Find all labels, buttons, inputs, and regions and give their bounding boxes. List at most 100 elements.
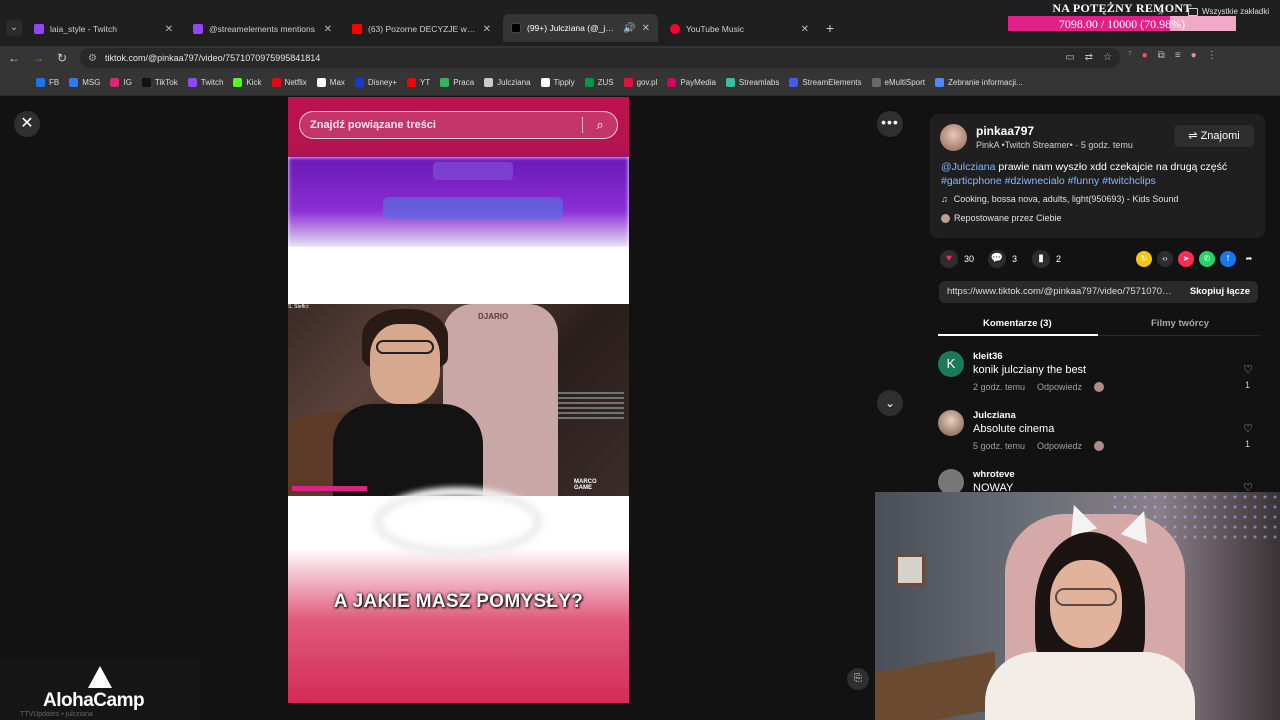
reply-button[interactable]: Odpowiedz bbox=[1037, 382, 1082, 392]
video-link[interactable]: https://www.tiktok.com/@pinkaa797/video/… bbox=[947, 286, 1173, 297]
tab-2[interactable]: (63) Pozorne DECYZJE w Wiedź ✕ bbox=[344, 18, 499, 40]
bookmark-julcziana[interactable]: Julcziana bbox=[484, 78, 531, 87]
more-options-button[interactable]: ••• bbox=[877, 111, 903, 137]
commenter-avatar[interactable] bbox=[938, 469, 964, 493]
commenter-name[interactable]: whroteve bbox=[973, 469, 1015, 480]
bookmark-yt[interactable]: YT bbox=[407, 78, 430, 87]
next-video-button[interactable]: ⌄ bbox=[877, 390, 903, 416]
whatsapp-icon[interactable]: ✆ bbox=[1199, 251, 1215, 267]
url-text: tiktok.com/@pinkaa797/video/757107097599… bbox=[104, 53, 321, 63]
related-search-bar[interactable]: Znajdź powiązane treści ⌕ bbox=[299, 111, 618, 139]
bookmark-praca[interactable]: Praca bbox=[440, 78, 474, 87]
copy-icon[interactable]: ⎘ bbox=[847, 668, 869, 690]
heart-outline-icon[interactable]: ♡ bbox=[1243, 363, 1253, 376]
creator-like-avatar bbox=[1094, 382, 1105, 392]
embed-icon[interactable]: ‹› bbox=[1157, 251, 1173, 267]
bookmark-label: Max bbox=[329, 78, 345, 87]
tab-comments[interactable]: Komentarze (3) bbox=[983, 318, 1052, 329]
bookmark-max[interactable]: Max bbox=[316, 78, 345, 87]
close-video-button[interactable]: ✕ bbox=[14, 111, 40, 137]
bookmark-label: gov.pl bbox=[636, 78, 658, 87]
close-icon[interactable]: ✕ bbox=[801, 24, 809, 35]
tab-0[interactable]: laia_style - Twitch ✕ bbox=[26, 18, 181, 40]
music-info[interactable]: ♫ Cooking, bossa nova, adults, light(950… bbox=[941, 194, 1178, 204]
author-subtitle: PinkA •Twitch Streamer• · 5 godz. temu bbox=[976, 140, 1133, 150]
media-icon[interactable]: ≡ bbox=[1175, 50, 1181, 61]
all-bookmarks-folder[interactable]: Wszystkie zakładki bbox=[1188, 7, 1269, 16]
bookmark-gov-pl[interactable]: gov.pl bbox=[623, 78, 658, 87]
repost-text: Repostowane przez Ciebie bbox=[954, 213, 1062, 223]
hashtags[interactable]: #garticphone #dziwnecialo #funny #twitch… bbox=[941, 175, 1156, 187]
forward-icon[interactable]: → bbox=[30, 50, 46, 66]
tab-1[interactable]: @streamelements mentions ✕ bbox=[185, 18, 340, 40]
bookmark-star-icon[interactable]: ☆ bbox=[1103, 52, 1112, 63]
reload-icon[interactable]: ↻ bbox=[54, 50, 70, 66]
back-icon[interactable]: ← bbox=[6, 50, 22, 66]
bookmark-tiktok[interactable]: TikTok bbox=[141, 78, 178, 87]
comment-button[interactable]: 💬 3 bbox=[988, 250, 1017, 268]
search-input[interactable]: Znajdź powiązane treści bbox=[300, 119, 582, 131]
bookmark-emultisport[interactable]: eMultiSport bbox=[871, 78, 925, 87]
commenter-avatar[interactable]: K bbox=[938, 351, 964, 377]
bookmark-netflix[interactable]: Netflix bbox=[271, 78, 307, 87]
facebook-icon[interactable]: f bbox=[1220, 251, 1236, 267]
search-icon[interactable]: ⌕ bbox=[583, 117, 617, 133]
more-bookmarks-icon[interactable]: » bbox=[1158, 7, 1164, 18]
bookmark-favicon-icon bbox=[69, 78, 79, 87]
reply-button[interactable]: Odpowiedz bbox=[1037, 441, 1082, 451]
commenter-avatar[interactable] bbox=[938, 410, 964, 436]
extension-icon[interactable]: ● bbox=[1142, 50, 1148, 61]
close-icon[interactable]: ✕ bbox=[165, 24, 173, 35]
commenter-name[interactable]: Julcziana bbox=[973, 410, 1016, 421]
tab-creator-videos[interactable]: Filmy twórcy bbox=[1151, 318, 1209, 329]
address-bar[interactable]: ⚙ tiktok.com/@pinkaa797/video/7571070975… bbox=[80, 48, 1120, 68]
tab-4[interactable]: YouTube Music ✕ bbox=[662, 18, 817, 40]
bookmark-streamlabs[interactable]: Streamlabs bbox=[725, 78, 780, 87]
cast-icon[interactable]: ▭ bbox=[1065, 52, 1074, 63]
menu-icon[interactable]: ⋮ bbox=[1207, 50, 1217, 61]
tab-3-active[interactable]: (99+) Julcziana (@_julcziana 🔊 ✕ bbox=[503, 14, 658, 42]
bookmark-fb[interactable]: FB bbox=[36, 78, 59, 87]
profile-avatar-icon[interactable]: ● bbox=[1191, 50, 1197, 61]
bookmark-kick[interactable]: Kick bbox=[233, 78, 262, 87]
bookmark-ig[interactable]: IG bbox=[110, 78, 132, 87]
bookmark-msg[interactable]: MSG bbox=[69, 78, 100, 87]
bookmark-favicon-icon bbox=[871, 78, 881, 87]
commenter-name[interactable]: kleit36 bbox=[973, 351, 1003, 362]
tab-search-button[interactable]: ⌄ bbox=[6, 20, 22, 36]
extension-icon[interactable]: ⁷ bbox=[1128, 50, 1132, 61]
heart-outline-icon[interactable]: ♡ bbox=[1243, 422, 1253, 435]
bookmark-label: eMultiSport bbox=[884, 78, 925, 87]
send-icon[interactable]: ➤ bbox=[1178, 251, 1194, 267]
friends-button[interactable]: ⇌ Znajomi bbox=[1174, 125, 1254, 147]
swap-icon: ⇌ bbox=[1188, 130, 1198, 142]
comment-text: Absolute cinema bbox=[973, 423, 1055, 435]
translate-icon[interactable]: ⇄ bbox=[1085, 52, 1093, 63]
close-icon[interactable]: ✕ bbox=[483, 24, 491, 35]
video-player[interactable]: DJARIO S. Steffci: MARCO GAME A JAKIE MA… bbox=[288, 97, 629, 703]
bookmark-tipply[interactable]: Tipply bbox=[540, 78, 575, 87]
author-avatar[interactable] bbox=[940, 124, 967, 151]
bookmark-zus[interactable]: ZUS bbox=[584, 78, 614, 87]
copy-link-button[interactable]: Skopiuj łącze bbox=[1190, 286, 1250, 297]
repost-icon[interactable]: ↻ bbox=[1136, 251, 1152, 267]
bookmark-twitch[interactable]: Twitch bbox=[187, 78, 223, 87]
bookmark-paymedia[interactable]: PayMedia bbox=[667, 78, 716, 87]
close-icon[interactable]: ✕ bbox=[324, 24, 332, 35]
share-icon[interactable]: ➦ bbox=[1241, 251, 1257, 267]
bookmark-favicon-icon bbox=[935, 78, 944, 87]
bookmark-zebranie-informacji[interactable]: Zebranie informacji... bbox=[935, 78, 1023, 87]
site-info-icon[interactable]: ⚙ bbox=[88, 53, 97, 64]
author-username[interactable]: pinkaa797 bbox=[976, 124, 1034, 138]
like-button[interactable]: ♥ 30 bbox=[940, 250, 974, 268]
close-icon[interactable]: ✕ bbox=[642, 23, 650, 34]
bookmark-streamelements[interactable]: StreamElements bbox=[789, 78, 862, 87]
bookmark-icon: ▮ bbox=[1032, 250, 1050, 268]
save-button[interactable]: ▮ 2 bbox=[1032, 250, 1061, 268]
speaker-icon[interactable]: 🔊 bbox=[623, 23, 635, 34]
mention-link[interactable]: @Julcziana bbox=[941, 161, 995, 173]
puzzle-icon[interactable]: ⧉ bbox=[1158, 50, 1165, 61]
new-tab-button[interactable]: + bbox=[823, 20, 837, 36]
bookmark-label: Streamlabs bbox=[738, 78, 780, 87]
bookmark-disney[interactable]: Disney+ bbox=[354, 78, 397, 87]
